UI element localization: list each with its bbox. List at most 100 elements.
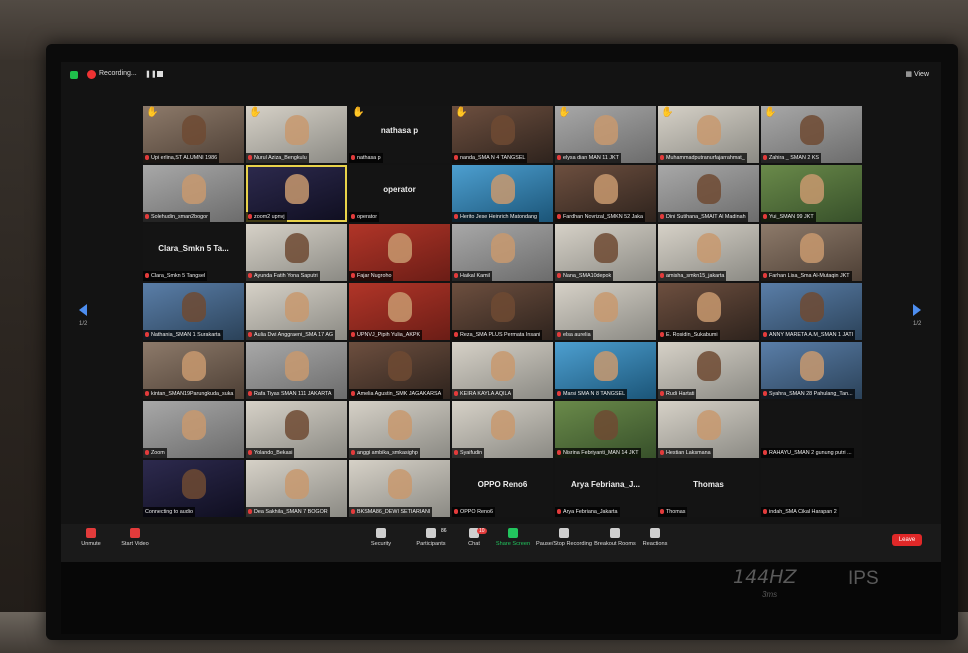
participant-tile[interactable]: Nana_SMA10depok: [555, 224, 656, 281]
participant-video: [387, 233, 412, 263]
participant-name: Ayunda Fatih Yona Saputri: [254, 273, 318, 279]
participant-tile[interactable]: Fajar Nugroho: [349, 224, 450, 281]
participant-tile[interactable]: Zoom: [143, 401, 244, 458]
view-button[interactable]: ▦ View: [905, 70, 929, 78]
start-video-button[interactable]: Start Video: [105, 528, 165, 547]
participant-tile[interactable]: amisha_smkn15_jakarta: [658, 224, 759, 281]
participant-tile[interactable]: Ayunda Fatih Yona Saputri: [246, 224, 347, 281]
participant-name: anggi ambika_smkasighp: [357, 450, 418, 456]
participant-tile[interactable]: Solehudin_sman2bogor: [143, 165, 244, 222]
muted-mic-icon: [557, 332, 561, 337]
participants-icon: [426, 528, 436, 538]
participant-tile[interactable]: indah_SMA Cikal Harapan 2: [761, 460, 862, 517]
raised-hand-icon: ✋: [764, 107, 777, 118]
participant-tile[interactable]: Nathania_SMAN 1 Surakarta: [143, 283, 244, 340]
participant-name: Upi erlina,ST ALUMNI 1986: [151, 155, 218, 161]
participant-name: Zahira _ SMAN 2 KS: [769, 155, 820, 161]
muted-mic-icon: [351, 214, 355, 219]
gallery-grid: ✋ Upi erlina,ST ALUMNI 1986 ✋ Nurul Aziza_B…: [143, 106, 862, 517]
participant-tile[interactable]: E. Rosidin_Sukabumi: [658, 283, 759, 340]
participant-tile[interactable]: ✋ Nurul Aziza_Bengkulu: [246, 106, 347, 163]
page-indicator-right: 1/2: [913, 321, 922, 327]
muted-mic-icon: [351, 391, 355, 396]
participant-tile[interactable]: Connecting to audio: [143, 460, 244, 517]
participant-tile[interactable]: operator operator: [349, 165, 450, 222]
participant-tile[interactable]: Rafa Tiyas SMAN 111 JAKARTA: [246, 342, 347, 399]
participant-tile[interactable]: Syahra_SMAN 28 Pahulang_Tan...: [761, 342, 862, 399]
participant-tile[interactable]: Amelia Agustin_SMK JAGAKARSA: [349, 342, 450, 399]
participant-display-name: Arya Febriana_J...: [571, 480, 640, 489]
participant-name-bar: operator: [349, 212, 380, 222]
participant-tile[interactable]: Syaifudin: [452, 401, 553, 458]
participant-name-bar: Zoom: [143, 448, 167, 458]
participant-name: Aulia Dwi Anggraeni_SMA 17 AG: [254, 332, 334, 338]
participant-video: [284, 469, 309, 499]
participant-tile[interactable]: ANNY MARETA A.M_SMAN 1 JATI: [761, 283, 862, 340]
participant-video: [490, 115, 515, 145]
previous-page-icon[interactable]: [79, 304, 87, 316]
participant-tile[interactable]: ✋ Upi erlina,ST ALUMNI 1986: [143, 106, 244, 163]
participant-tile[interactable]: Dea Sakhila_SMAN 7 BOGOR: [246, 460, 347, 517]
muted-mic-icon: [351, 332, 355, 337]
participant-name: E. Rosidin_Sukabumi: [666, 332, 718, 338]
participant-tile[interactable]: Hestian Laksmana: [658, 401, 759, 458]
participant-name: Connecting to audio: [145, 509, 193, 515]
participant-name-bar: Yui_SMAN 99 JKT: [761, 212, 816, 222]
participant-display-name: nathasa p: [380, 126, 419, 135]
participant-tile[interactable]: ✋ nanda_SMA N 4 TANGSEL: [452, 106, 553, 163]
participant-name-bar: Solehudin_sman2bogor: [143, 212, 210, 222]
muted-mic-icon: [454, 214, 458, 219]
participant-tile[interactable]: ✋ elysa dian MAN 11 JKT: [555, 106, 656, 163]
participant-tile[interactable]: RAHAYU_SMAN 2 gunung putri ...: [761, 401, 862, 458]
shield-icon[interactable]: [70, 71, 78, 79]
participant-tile[interactable]: Yolando_Bekasi: [246, 401, 347, 458]
participant-tile[interactable]: Yui_SMAN 99 JKT: [761, 165, 862, 222]
participant-name: Dini Sutihana_SMAIT Al Madinah: [666, 214, 746, 220]
participant-tile[interactable]: Haikal Kamil: [452, 224, 553, 281]
muted-mic-icon: [557, 214, 561, 219]
muted-mic-icon: [454, 509, 458, 514]
reactions-button[interactable]: Reactions: [625, 528, 685, 547]
participant-tile[interactable]: UPNVJ_Pipih Yulia_AKPK: [349, 283, 450, 340]
participant-tile[interactable]: Herito Jese Heinrich Matondang: [452, 165, 553, 222]
participant-tile[interactable]: ✋ Zahira _ SMAN 2 KS: [761, 106, 862, 163]
participant-tile[interactable]: Fardhan Novrizal_SMKN 52 Jaka: [555, 165, 656, 222]
pause-icon[interactable]: ❚❚: [145, 70, 157, 78]
participant-tile[interactable]: Reza_SMA PLUS Permata Insani: [452, 283, 553, 340]
participant-tile[interactable]: Clara_Smkn 5 Ta... Clara_Smkn 5 Tangsel: [143, 224, 244, 281]
participant-tile[interactable]: KEIRA KAYLA AQILA: [452, 342, 553, 399]
meeting-top-bar: Recording... ❚❚ ▦ View: [61, 62, 941, 90]
participant-tile[interactable]: nathasa p ✋ nathasa p: [349, 106, 450, 163]
participant-tile[interactable]: Thomas Thomas: [658, 460, 759, 517]
monitor-brand-ms: 3ms: [762, 590, 778, 599]
participant-tile[interactable]: Rudi Hartati: [658, 342, 759, 399]
monitor-brand-hz: 144HZ: [733, 566, 797, 588]
participant-name: kintan_SMAN19Parungkuda_suka: [151, 391, 234, 397]
muted-mic-icon: [248, 509, 252, 514]
view-label: View: [913, 71, 929, 78]
participant-video: [181, 292, 206, 322]
muted-mic-icon: [248, 214, 252, 219]
stop-icon[interactable]: [157, 71, 163, 77]
next-page-icon[interactable]: [913, 304, 921, 316]
muted-mic-icon: [557, 509, 561, 514]
participant-name-bar: OPPO Reno6: [452, 507, 495, 517]
participant-name: Muhammadputranurfajarrahmat_: [666, 155, 745, 161]
participant-tile[interactable]: Arya Febriana_J... Arya Febriana_Jakarta: [555, 460, 656, 517]
participant-tile[interactable]: Farhan Lisa_Sma Al-Mutaqin JKT: [761, 224, 862, 281]
participant-tile[interactable]: OPPO Reno6 OPPO Reno6: [452, 460, 553, 517]
participant-tile[interactable]: BKSMA86_DEWI SETIARIANI: [349, 460, 450, 517]
leave-button[interactable]: Leave: [892, 534, 922, 546]
participant-tile[interactable]: Dini Sutihana_SMAIT Al Madinah: [658, 165, 759, 222]
participant-tile[interactable]: kintan_SMAN19Parungkuda_suka: [143, 342, 244, 399]
participant-tile[interactable]: Aulia Dwi Anggraeni_SMA 17 AG: [246, 283, 347, 340]
participant-tile[interactable]: elsa aurelia: [555, 283, 656, 340]
participant-name: zoom2 upnvj: [254, 214, 285, 220]
participant-name-bar: E. Rosidin_Sukabumi: [658, 330, 720, 340]
participant-tile[interactable]: ✋ Muhammadputranurfajarrahmat_: [658, 106, 759, 163]
participant-tile[interactable]: Nisrina Febriyanti_MAN 14 JKT: [555, 401, 656, 458]
participant-tile[interactable]: zoom2 upnvj: [246, 165, 347, 222]
participant-tile[interactable]: Marsi SMA N 8 TANGSEL: [555, 342, 656, 399]
participant-tile[interactable]: anggi ambika_smkasighp: [349, 401, 450, 458]
participant-name-bar: RAHAYU_SMAN 2 gunung putri ...: [761, 448, 854, 458]
